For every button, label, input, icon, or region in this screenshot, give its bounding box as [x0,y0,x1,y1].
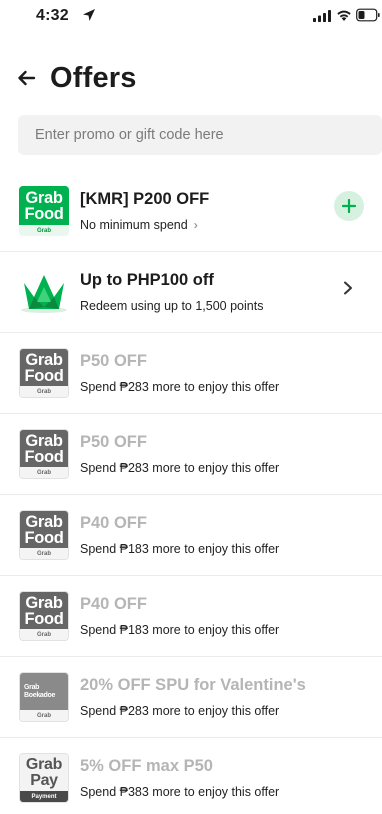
add-offer-button[interactable] [334,191,364,221]
offer-subtitle: Spend ₱283 more to enjoy this offer [80,704,280,718]
status-time: 4:32 [36,7,69,24]
cellular-signal-icon [313,10,331,22]
offer-subtitle: Spend ₱283 more to enjoy this offer [80,380,280,394]
promo-code-field[interactable] [18,115,382,155]
logo-text: Grab [24,683,40,691]
logo-text: Food [24,528,64,547]
offer-title: P40 OFF [80,595,147,613]
offer-title: P50 OFF [80,433,147,451]
plus-icon [342,199,356,213]
offer-subtitle: Redeem using up to 1,500 points [80,299,264,313]
offer-subtitle[interactable]: No minimum spend › [80,218,198,232]
logo-text: Grab [25,350,63,369]
logo-strip: Grab [19,225,69,236]
logo-text: Pay [30,771,58,789]
status-bar: 4:32 [0,0,382,32]
offer-title: 20% OFF SPU for Valentine's [80,676,306,694]
logo-strip: Grab [20,386,68,397]
points-crown-logo [19,267,69,317]
offer-subtitle: Spend ₱183 more to enjoy this offer [80,623,280,637]
page-title: Offers [50,61,137,94]
promo-code-input[interactable] [35,127,382,143]
offer-title: [KMR] P200 OFF [80,190,210,208]
location-arrow-icon [83,9,95,21]
offer-item[interactable]: Grab Food Grab P40 OFF Spend ₱183 more t… [0,495,382,576]
offer-title: P50 OFF [80,352,147,370]
offer-item[interactable]: Grab Food Grab P50 OFF Spend ₱283 more t… [0,333,382,414]
grabfood-logo: Grab Food Grab [19,510,69,560]
offer-list: Grab Food Grab [KMR] P200 OFF No minimum… [0,171,382,814]
logo-text: Grab [25,188,63,207]
offer-item[interactable]: Grab Food Grab [KMR] P200 OFF No minimum… [0,171,382,252]
offer-item[interactable]: Grab Food Grab P40 OFF Spend ₱183 more t… [0,576,382,657]
grabpay-logo: Grab Pay Payment [19,753,69,803]
chevron-right-icon: › [193,218,198,232]
logo-strip: Grab [20,629,68,640]
back-arrow-icon [18,70,36,86]
logo-text: Food [24,204,64,223]
logo-strip: Grab [20,548,68,559]
logo-strip: Grab [20,467,68,478]
offer-subtitle: Spend ₱283 more to enjoy this offer [80,461,280,475]
crown-icon [21,275,67,313]
logo-text: Food [24,447,64,466]
offer-item[interactable]: Up to PHP100 off Redeem using up to 1,50… [0,252,382,333]
logo-text: Boekadoe [24,691,56,699]
page-header: Offers [14,58,137,98]
logo-text: Grab [25,755,63,773]
battery-icon [356,8,380,22]
grabfood-logo: Grab Food Grab [19,591,69,641]
offer-item[interactable]: Grab Pay Payment 5% OFF max P50 Spend ₱3… [0,738,382,814]
offer-title: 5% OFF max P50 [80,757,213,775]
logo-text: Grab [25,431,63,450]
offer-subtitle: Spend ₱183 more to enjoy this offer [80,542,280,556]
offer-item[interactable]: Grab Boekadoe Grab 20% OFF SPU for Valen… [0,657,382,738]
boekadoe-logo: Grab Boekadoe Grab [19,672,69,722]
offer-subtitle: Spend ₱383 more to enjoy this offer [80,785,280,799]
chevron-right-icon[interactable] [342,281,354,295]
back-button[interactable] [14,66,38,90]
logo-text: Grab [25,593,63,612]
logo-text: Food [24,609,64,628]
grabfood-logo: Grab Food Grab [19,429,69,479]
offer-title: P40 OFF [80,514,147,532]
logo-strip: Payment [20,791,68,802]
wifi-icon [337,10,351,21]
logo-strip: Grab [20,710,68,721]
offer-subtitle-text: No minimum spend [80,218,188,232]
logo-text: Food [24,366,64,385]
offer-title: Up to PHP100 off [80,271,214,289]
grabfood-logo: Grab Food Grab [19,348,69,398]
grabfood-logo: Grab Food Grab [19,186,69,236]
offer-item[interactable]: Grab Food Grab P50 OFF Spend ₱283 more t… [0,414,382,495]
logo-text: Grab [25,512,63,531]
